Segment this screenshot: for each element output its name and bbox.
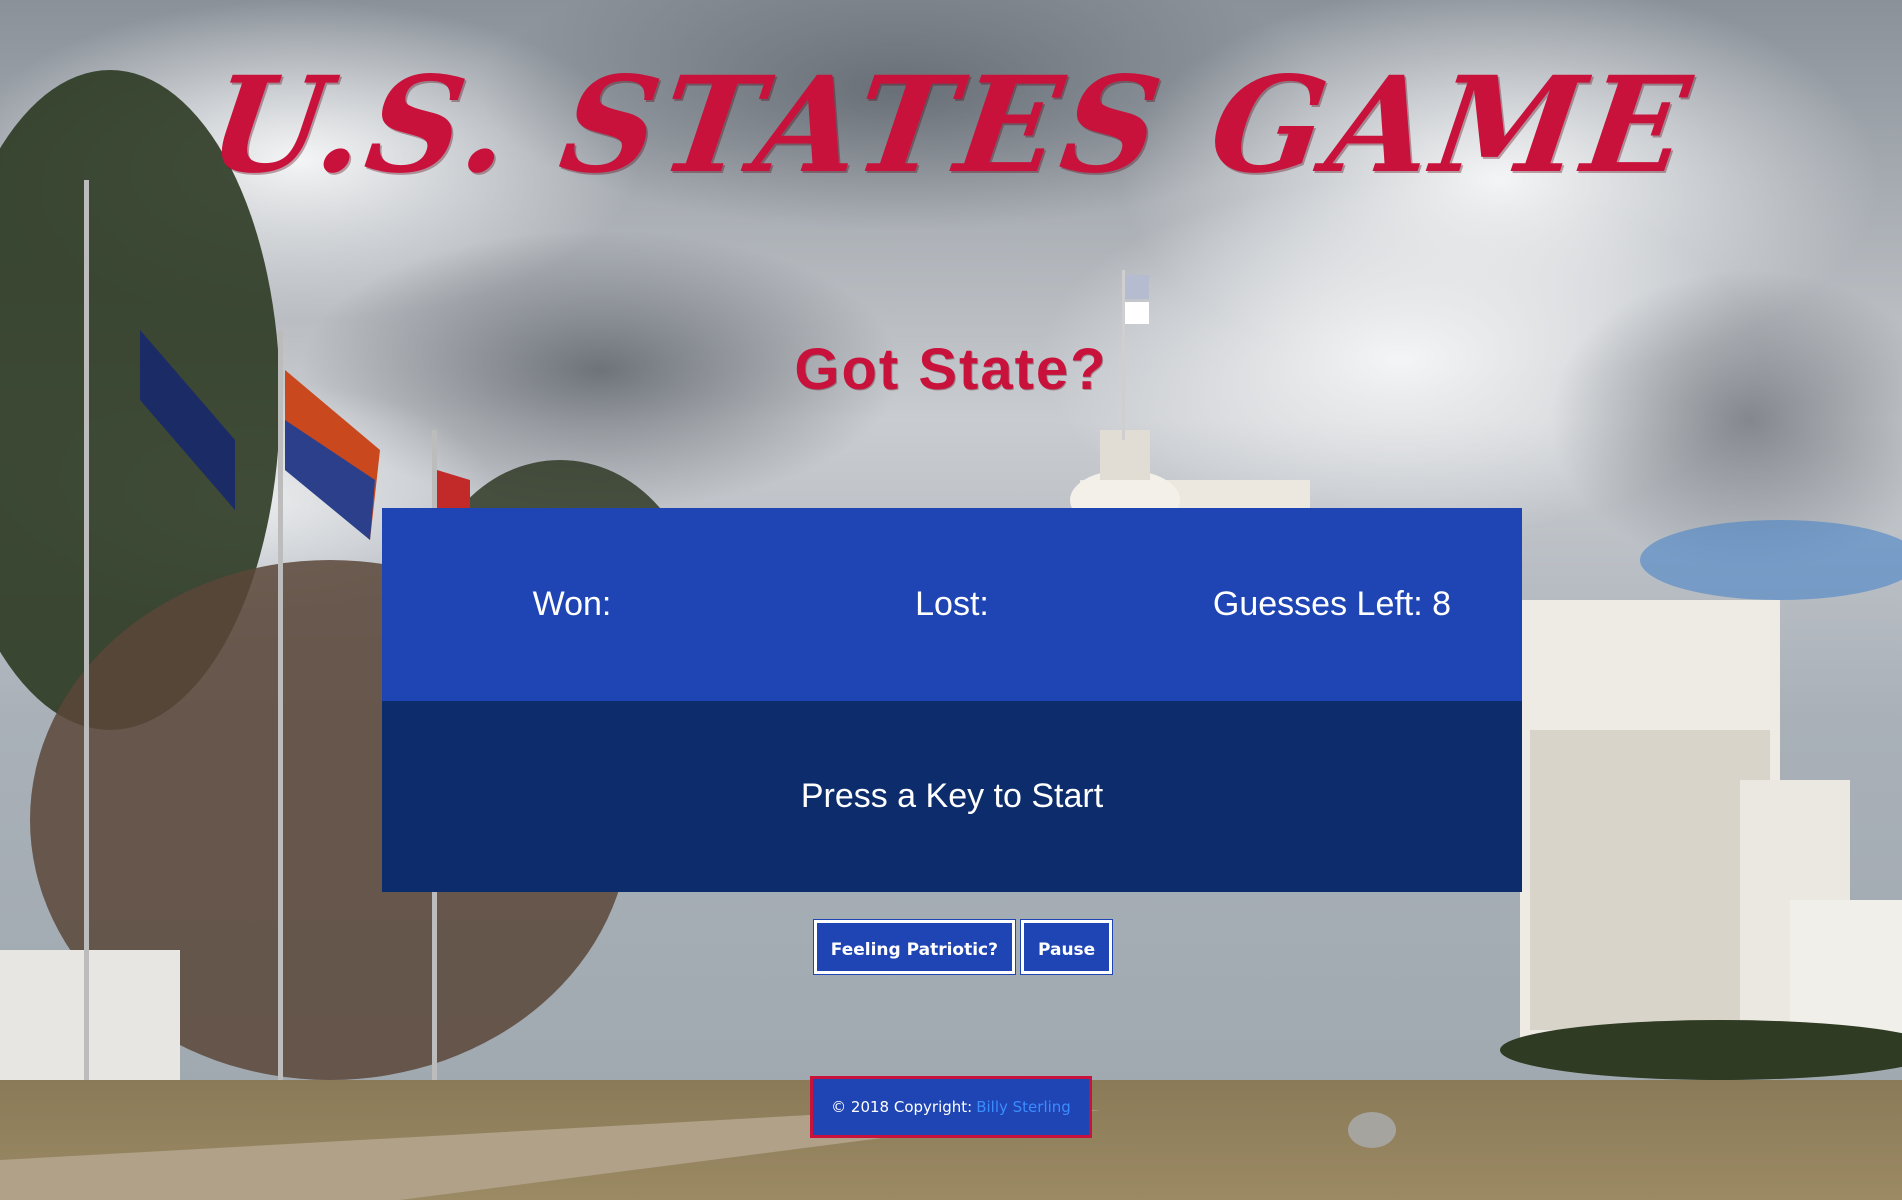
won-counter: Won: (532, 585, 612, 623)
scoreboard: Won: Lost: Guesses Left: 8 (382, 508, 1522, 701)
start-prompt: Press a Key to Start (800, 777, 1104, 815)
game-subtitle: Got State? (794, 337, 1108, 402)
feeling-patriotic-button[interactable]: Feeling Patriotic? (812, 919, 1016, 975)
game-message-area: Press a Key to Start (382, 701, 1522, 892)
lost-counter: Lost: (915, 585, 989, 623)
copyright-footer: © 2018 Copyright: Billy Sterling (810, 1076, 1092, 1138)
copyright-text: © 2018 Copyright: (831, 1098, 973, 1116)
game-panel: Won: Lost: Guesses Left: 8 Press a Key t… (382, 508, 1522, 892)
guesses-left-counter: Guesses Left: 8 (1212, 585, 1452, 623)
pause-button[interactable]: Pause (1019, 919, 1114, 975)
game-title: U.S. STATES GAME (200, 48, 1702, 203)
author-link[interactable]: Billy Sterling (976, 1098, 1071, 1116)
button-bar: Feeling Patriotic? Pause (0, 919, 1902, 975)
